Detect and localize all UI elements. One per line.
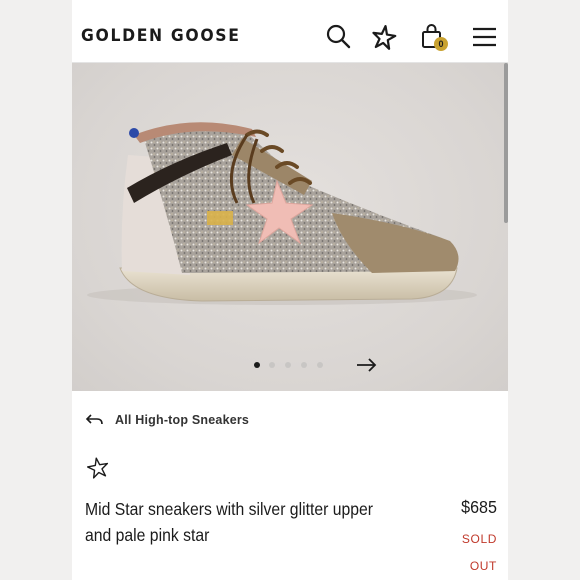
stock-status: SOLD OUT xyxy=(461,532,497,573)
brand-logo[interactable]: GOLDEN GOOSE xyxy=(81,26,241,46)
gallery-dot[interactable] xyxy=(254,362,260,368)
product-title: Mid Star sneakers with silver glitter up… xyxy=(85,499,373,545)
shopping-bag-icon[interactable]: 0 xyxy=(420,22,450,52)
page-scrollbar[interactable] xyxy=(504,63,508,223)
back-arrow-icon xyxy=(85,414,103,425)
gallery-dot[interactable] xyxy=(317,362,323,368)
star-icon[interactable] xyxy=(369,22,399,52)
breadcrumb-label[interactable]: All High-top Sneakers xyxy=(115,413,249,427)
gallery-dot[interactable] xyxy=(269,362,275,368)
gallery-dot[interactable] xyxy=(285,362,291,368)
search-icon[interactable] xyxy=(324,22,354,52)
product-image-gallery[interactable] xyxy=(72,63,508,391)
add-to-wishlist-icon[interactable] xyxy=(85,456,111,480)
site-header: GOLDEN GOOSE 0 xyxy=(72,0,508,63)
hamburger-menu-icon[interactable] xyxy=(470,22,500,52)
product-page: GOLDEN GOOSE 0 All High-top Sneakers Mid… xyxy=(72,0,508,580)
sneaker-image xyxy=(87,122,477,305)
gallery-dot[interactable] xyxy=(301,362,307,368)
product-price: $685 xyxy=(461,497,497,517)
arrow-right-icon[interactable] xyxy=(355,357,379,373)
cart-count-badge: 0 xyxy=(434,37,448,51)
